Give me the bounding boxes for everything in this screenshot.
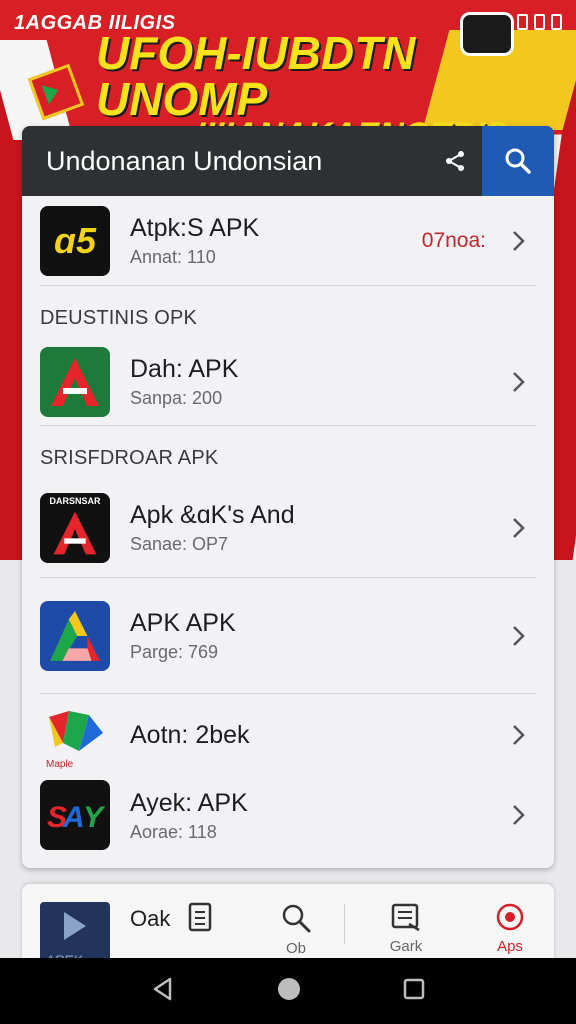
chevron-right-icon (506, 624, 530, 648)
bottom-nav-search[interactable]: Ob (264, 902, 328, 957)
list-item-texts: APK APK Parge: 769 (130, 608, 506, 663)
bottom-nav-apps[interactable]: Aps (478, 902, 542, 955)
list-item-meta: 07noa: (421, 228, 486, 252)
list-item-texts: Apk &ɑK's And Sanae: OP7 (130, 500, 506, 555)
list-item-texts: Aotn: 2bek (130, 720, 506, 750)
chevron-right-icon (506, 803, 530, 827)
back-button[interactable] (150, 976, 176, 1007)
chevron-right-icon (506, 370, 530, 394)
chevron-right-icon (506, 229, 530, 253)
list-item-texts: Dah: APK Sanpa: 200 (130, 354, 506, 409)
bottom-nav-divider (344, 904, 345, 944)
home-icon (278, 977, 300, 1000)
app-list-card: ɑ5 Atpk:S APK Annat: 110 07noa: DEUSTINI… (22, 126, 554, 868)
home-button[interactable] (276, 976, 302, 1007)
list-item-texts: Ayek: APK Aorae: 118 (130, 788, 506, 843)
target-icon (496, 903, 524, 931)
svg-text:Y: Y (83, 801, 105, 834)
share-icon (446, 151, 464, 171)
system-nav-bar (0, 958, 576, 1024)
list-item-subtitle: Aorae: 118 (130, 821, 217, 842)
status-icon (517, 14, 528, 30)
list-item-title: Dah: APK (130, 355, 239, 383)
bottom-nav-label: Aps (497, 938, 523, 955)
list-item-subtitle: Sanpa: 200 (130, 388, 223, 408)
recents-icon (403, 978, 425, 999)
chevron-right-icon (506, 723, 530, 747)
app-list: ɑ5 Atpk:S APK Annat: 110 07noa: DEUSTINI… (22, 196, 554, 854)
list-item[interactable]: S A Y Ayek: APK Aorae: 118 (40, 776, 536, 854)
list-item-texts: Atpk:S APK Annat: 110 (130, 213, 422, 268)
app-icon (40, 346, 110, 417)
play-icon (64, 912, 86, 940)
list-item[interactable]: ɑ5 Atpk:S APK Annat: 110 07noa: (40, 196, 536, 286)
list-item-subtitle: Sanae: OP7 (130, 534, 229, 554)
a-logo-icon (53, 511, 97, 554)
search-button[interactable] (482, 126, 554, 196)
search-icon (505, 148, 531, 174)
app-icon-text: Maple (46, 759, 74, 770)
section-header: SRISFDROAR APK (40, 447, 219, 469)
app-icon-text: ɑ5 (53, 219, 96, 261)
bottom-nav-title: Oak (130, 906, 171, 931)
svg-text:A: A (62, 801, 85, 834)
battery-icon (551, 14, 562, 30)
app-icon: DARSNSAR (40, 492, 110, 563)
emblem-icon (460, 12, 514, 56)
search-bar (22, 126, 554, 196)
bottom-nav-label: Gark (389, 938, 423, 955)
bottom-nav-docs[interactable] (168, 902, 232, 932)
chevron-right-icon (506, 516, 530, 540)
battery-icon (534, 14, 545, 30)
list-item[interactable]: Maple Aotn: 2bek (40, 694, 536, 776)
section-header: DEUSTINIS OPK (40, 307, 198, 329)
app-icon (40, 600, 110, 671)
sap-logo-icon: S A Y (47, 801, 105, 834)
search-input[interactable] (22, 126, 428, 196)
search-icon (282, 904, 311, 933)
list-item-title: Aotn: 2bek (130, 721, 250, 749)
list-item[interactable]: APK APK Parge: 769 (40, 578, 536, 694)
list-item-subtitle: Annat: 110 (130, 247, 216, 267)
recents-button[interactable] (402, 977, 426, 1006)
a-logo-icon (50, 610, 100, 661)
bottom-nav-label: Ob (285, 940, 306, 957)
app-icon: S A Y (40, 780, 110, 850)
status-icons (517, 14, 562, 30)
list-item-subtitle: Parge: 769 (130, 642, 219, 662)
bottom-nav-list[interactable]: Gark (374, 902, 438, 955)
list-item-title: Atpk:S APK (130, 214, 260, 242)
list-item[interactable]: DARSNSAR Apk &ɑK's And Sanae: OP7 (40, 478, 536, 578)
app-icon: Maple (40, 700, 110, 770)
list-item[interactable]: Dah: APK Sanpa: 200 (40, 338, 536, 426)
list-item-title: APK APK (130, 609, 236, 637)
list-icon (391, 903, 420, 932)
share-button[interactable] (428, 126, 482, 196)
app-icon-text: DARSNSAR (49, 495, 101, 506)
list-item-title: Apk &ɑK's And (130, 501, 295, 529)
document-icon (188, 902, 212, 932)
back-icon (153, 977, 172, 1000)
app-icon: ɑ5 (40, 205, 110, 276)
maps-logo-icon (49, 711, 103, 751)
list-item-title: Ayek: APK (130, 788, 248, 817)
a-logo-icon (51, 357, 99, 406)
